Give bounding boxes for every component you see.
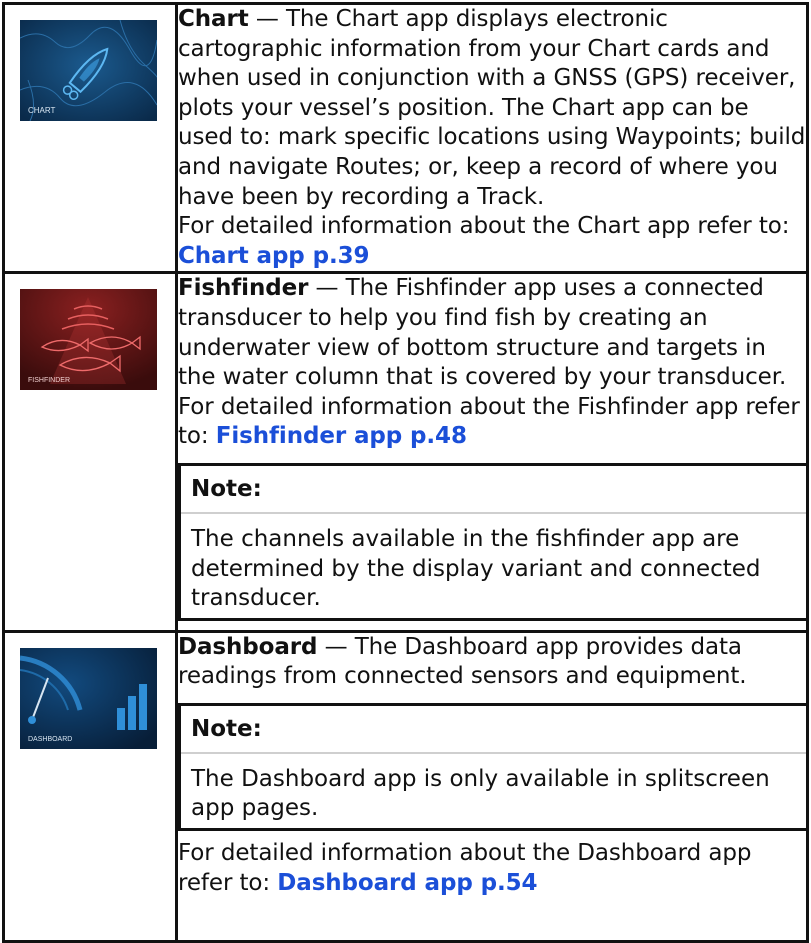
fishfinder-app-name: Fishfinder <box>178 275 309 302</box>
app-row-fishfinder: FISHFINDER Fishfinder — The Fishfinder a… <box>2 271 809 633</box>
chart-app-text: — The Chart app displays electronic cart… <box>178 6 806 210</box>
dashboard-app-link[interactable]: Dashboard app p.54 <box>277 870 537 896</box>
dashboard-note-title: Note: <box>181 706 806 754</box>
dashboard-app-name: Dashboard <box>178 633 318 660</box>
fishfinder-app-icon: FISHFINDER <box>20 289 157 391</box>
chart-app-icon: CHART <box>20 20 157 121</box>
dashboard-thumbnail-cell: DASHBOARD <box>2 629 178 943</box>
dashboard-note: Note: The Dashboard app is only availabl… <box>178 702 806 832</box>
fishfinder-note: Note: The channels available in the fish… <box>178 462 806 621</box>
dashboard-description-cell: Dashboard — The Dashboard app provides d… <box>175 629 809 943</box>
fishfinder-app-link[interactable]: Fishfinder app p.48 <box>216 423 467 449</box>
dashboard-description: Dashboard — The Dashboard app provides d… <box>178 633 806 692</box>
dashboard-thumb-label: DASHBOARD <box>28 736 72 743</box>
fishfinder-thumb-label: FISHFINDER <box>28 377 70 384</box>
fishfinder-thumbnail-cell: FISHFINDER <box>2 271 178 633</box>
app-row-dashboard: DASHBOARD Dashboard — The Dashboard app … <box>2 629 809 943</box>
fishfinder-note-title: Note: <box>181 466 806 514</box>
chart-thumbnail-cell: CHART <box>2 1 178 275</box>
dashboard-ref: For detailed information about the Dashb… <box>178 839 806 898</box>
dashboard-app-icon: DASHBOARD <box>20 647 157 749</box>
apps-table: CHART Chart — The Chart app displays ele… <box>2 1 809 943</box>
chart-ref-text: For detailed information about the Chart… <box>178 213 790 240</box>
fishfinder-note-text: The channels available in the fishfinder… <box>191 525 761 612</box>
chart-app-link[interactable]: Chart app p.39 <box>178 243 369 269</box>
chart-app-name: Chart <box>178 6 249 32</box>
chart-description-cell: Chart — The Chart app displays electroni… <box>175 1 809 275</box>
fishfinder-description: Fishfinder — The Fishfinder app uses a c… <box>178 274 806 452</box>
chart-thumb-label: CHART <box>28 106 56 115</box>
dashboard-note-text: The Dashboard app is only available in s… <box>191 765 770 822</box>
app-row-chart: CHART Chart — The Chart app displays ele… <box>2 1 809 275</box>
fishfinder-description-cell: Fishfinder — The Fishfinder app uses a c… <box>175 271 809 633</box>
chart-description: Chart — The Chart app displays electroni… <box>178 5 806 271</box>
